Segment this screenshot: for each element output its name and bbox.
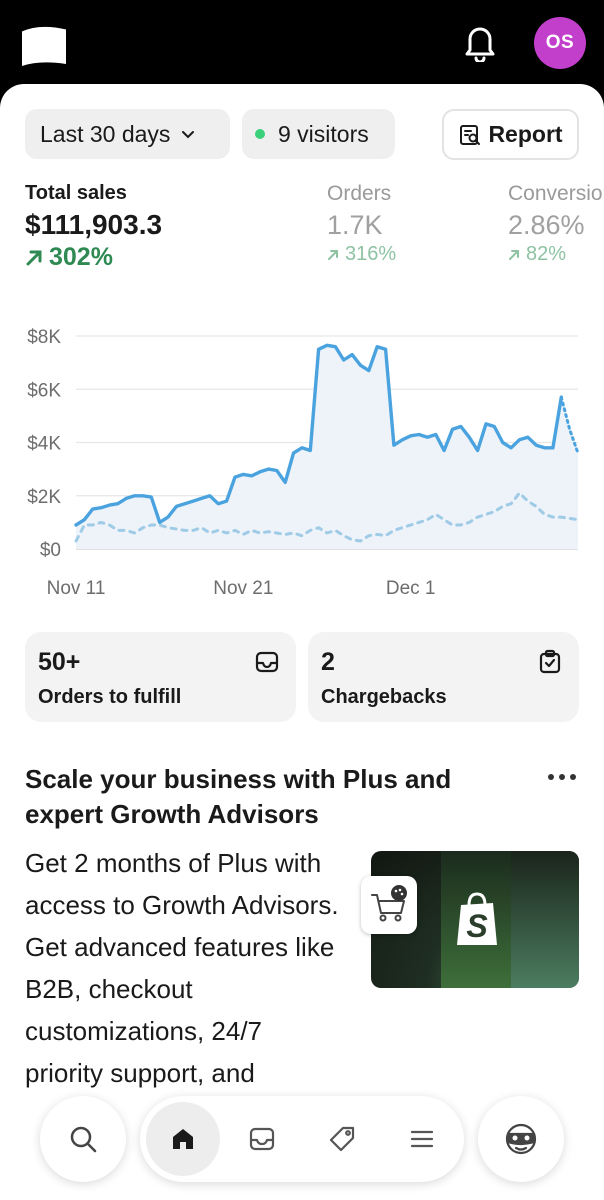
- metric-label: Orders: [327, 182, 392, 205]
- nav-orders[interactable]: [227, 1096, 297, 1182]
- tag-icon: [329, 1126, 355, 1152]
- dashboard-sheet: Last 30 days 9 visitors Report Total sal…: [0, 84, 604, 1200]
- y-tick-label: $8K: [27, 327, 61, 348]
- chargebacks-card[interactable]: 2 Chargebacks: [308, 632, 579, 722]
- inbox-icon: [255, 651, 279, 673]
- sales-line-chart[interactable]: $8K $6K $4K $2K $0 Nov 11 Nov 21 Dec 1: [0, 304, 604, 604]
- promo-title: Scale your business with Plus and expert…: [25, 764, 452, 829]
- sidekick-assistant-button[interactable]: [478, 1096, 564, 1182]
- card-number: 2: [321, 648, 335, 676]
- shopify-bag-icon: S: [457, 892, 497, 945]
- date-range-label: Last 30 days: [40, 120, 171, 147]
- metric-change: 82%: [508, 243, 604, 266]
- sidekick-icon: [505, 1123, 537, 1155]
- cart-palette-icon: [361, 876, 417, 934]
- report-label: Report: [488, 121, 563, 147]
- inbox-icon: [249, 1127, 275, 1151]
- metric-value: $111,903.3: [25, 209, 163, 240]
- report-icon: [460, 124, 481, 145]
- more-options-button[interactable]: [542, 762, 582, 792]
- nav-products[interactable]: [307, 1096, 377, 1182]
- metric-conversion[interactable]: Conversion 2.86% 82%: [508, 182, 604, 266]
- chevron-down-icon: [182, 131, 195, 139]
- y-tick-label: $0: [40, 540, 61, 561]
- bottom-nav-bar: [140, 1096, 464, 1182]
- top-bar: OS: [0, 0, 604, 86]
- y-tick-label: $2K: [27, 487, 61, 508]
- metric-total-sales[interactable]: Total sales $111,903.3 302%: [25, 182, 162, 272]
- svg-text:S: S: [466, 908, 488, 944]
- x-tick-label: Nov 11: [47, 578, 106, 599]
- arrow-up-right-icon: [26, 250, 42, 265]
- card-number: 50+: [38, 648, 81, 676]
- card-label: Chargebacks: [321, 686, 447, 708]
- search-button[interactable]: [40, 1096, 126, 1182]
- nav-menu[interactable]: [387, 1096, 457, 1182]
- promo-body: Get 2 months of Plus with access to Grow…: [25, 848, 339, 1088]
- x-tick-label: Nov 21: [213, 578, 273, 599]
- metric-change: 302%: [25, 243, 162, 272]
- date-range-selector[interactable]: Last 30 days: [25, 109, 230, 159]
- series-area: [76, 345, 578, 549]
- visitors-label: 9 visitors: [278, 120, 369, 147]
- store-logo-icon[interactable]: [20, 20, 68, 68]
- notifications-bell-icon[interactable]: [462, 22, 498, 64]
- menu-icon: [410, 1130, 434, 1148]
- metric-orders[interactable]: Orders 1.7K 316%: [327, 182, 396, 266]
- metric-label: Total sales: [25, 182, 127, 204]
- live-visitors-pill[interactable]: 9 visitors: [242, 109, 395, 159]
- search-icon: [70, 1126, 97, 1153]
- metric-value: 1.7K: [327, 210, 383, 240]
- arrow-up-right-icon: [509, 249, 519, 260]
- report-button[interactable]: Report: [442, 109, 579, 160]
- nav-home[interactable]: [146, 1102, 220, 1176]
- metric-label: Conversion: [508, 182, 604, 205]
- card-label: Orders to fulfill: [38, 686, 182, 708]
- metric-change: 316%: [327, 243, 396, 266]
- user-avatar[interactable]: OS: [534, 17, 586, 69]
- orders-to-fulfill-card[interactable]: 50+ Orders to fulfill: [25, 632, 296, 722]
- arrow-up-right-icon: [328, 249, 338, 260]
- clipboard-check-icon: [539, 649, 561, 674]
- y-tick-label: $6K: [27, 380, 61, 401]
- live-status-dot: [255, 129, 265, 139]
- metric-value: 2.86%: [508, 210, 585, 240]
- x-tick-label: Dec 1: [386, 578, 436, 599]
- y-tick-label: $4K: [27, 434, 61, 455]
- home-icon: [173, 1129, 193, 1149]
